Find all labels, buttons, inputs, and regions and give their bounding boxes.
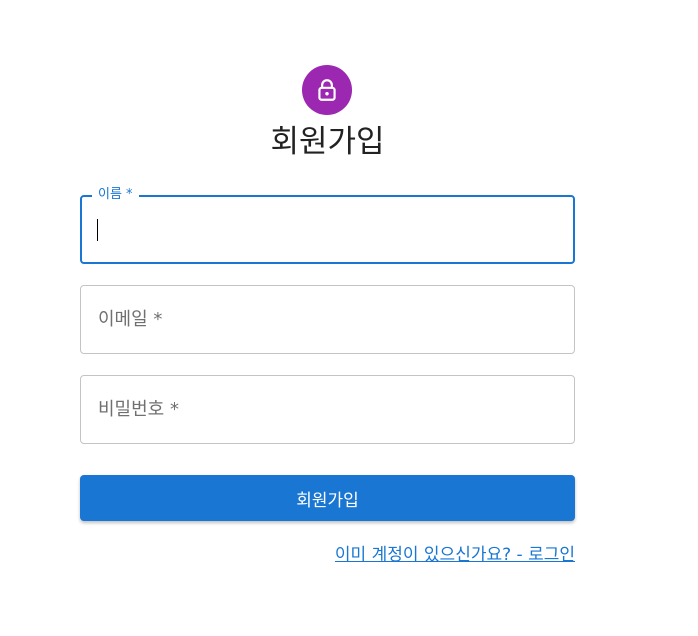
- name-field-label: 이름 *: [92, 186, 139, 204]
- login-link[interactable]: 이미 계정이 있으신가요? - 로그인: [335, 543, 575, 567]
- email-field[interactable]: 이메일 *: [80, 285, 575, 354]
- name-field[interactable]: 이름 *: [80, 186, 575, 264]
- email-field-placeholder: 이메일 *: [98, 309, 163, 330]
- password-field[interactable]: 비밀번호 *: [80, 375, 575, 444]
- lock-icon: [314, 77, 340, 103]
- page-title: 회원가입: [270, 124, 385, 160]
- signup-page: 회원가입 이름 * 이메일 * 비밀번호 * 회원가입 이미 계정이 있으신가요…: [0, 0, 698, 636]
- text-caret: [97, 219, 98, 241]
- password-field-placeholder: 비밀번호 *: [98, 399, 179, 420]
- signup-button[interactable]: 회원가입: [80, 475, 575, 521]
- avatar: [302, 65, 352, 115]
